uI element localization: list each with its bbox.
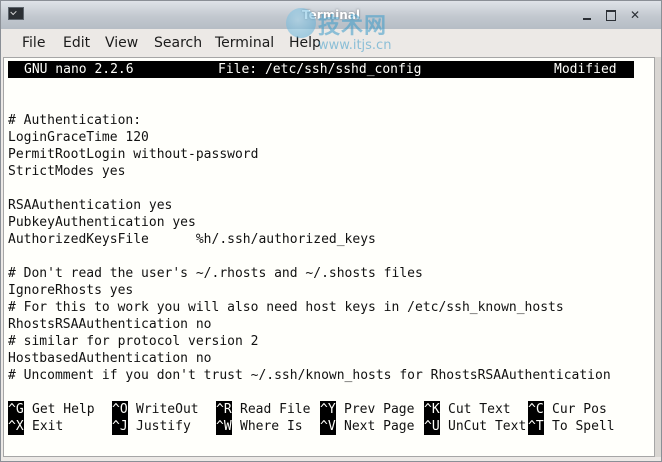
shortcut-key-writeout: ^O bbox=[112, 401, 128, 418]
shortcut-key-justify: ^J bbox=[112, 418, 128, 435]
editor-line: HostbasedAuthentication no bbox=[8, 351, 212, 366]
scrollbar[interactable] bbox=[655, 57, 661, 457]
shortcut-cur-pos[interactable]: Cur Pos bbox=[552, 401, 607, 418]
menu-view[interactable]: View bbox=[105, 35, 138, 51]
editor-line: # Authentication: bbox=[8, 113, 142, 128]
shortcut-key-get-help: ^G bbox=[8, 401, 24, 418]
nano-header: GNU nano 2.2.6 File: /etc/ssh/sshd_confi… bbox=[8, 61, 634, 78]
shortcut-cut-text[interactable]: Cut Text bbox=[448, 401, 511, 418]
shortcut-where-is[interactable]: Where Is bbox=[240, 418, 303, 435]
shortcut-key-exit: ^X bbox=[8, 418, 24, 435]
terminal-window: Terminal ✕ File Edit View Search Termina… bbox=[0, 0, 662, 462]
editor-line: # For this to work you will also need ho… bbox=[8, 300, 564, 315]
editor-line: StrictModes yes bbox=[8, 164, 126, 179]
shortcut-key-prev-page: ^Y bbox=[320, 401, 336, 418]
editor-line: AuthorizedKeysFile %h/.ssh/authorized_ke… bbox=[8, 232, 376, 247]
editor-line: RSAAuthentication yes bbox=[8, 198, 173, 213]
shortcut-key-to-spell: ^T bbox=[528, 418, 544, 435]
shortcut-to-spell[interactable]: To Spell bbox=[552, 418, 615, 435]
menu-bar: File Edit View Search Terminal Help bbox=[1, 29, 661, 57]
shortcut-uncut-text[interactable]: UnCut Text bbox=[448, 418, 526, 435]
shortcut-key-cur-pos: ^C bbox=[528, 401, 544, 418]
shortcut-writeout[interactable]: WriteOut bbox=[136, 401, 199, 418]
nano-filename: File: /etc/ssh/sshd_config bbox=[218, 62, 422, 77]
close-icon[interactable]: ✕ bbox=[629, 9, 641, 21]
menu-edit[interactable]: Edit bbox=[63, 35, 90, 51]
shortcut-key-where-is: ^W bbox=[216, 418, 232, 435]
shortcut-get-help[interactable]: Get Help bbox=[32, 401, 95, 418]
shortcut-prev-page[interactable]: Prev Page bbox=[344, 401, 414, 418]
shortcut-key-cut-text: ^K bbox=[424, 401, 440, 418]
shortcut-key-uncut-text: ^U bbox=[424, 418, 440, 435]
editor-line: PubkeyAuthentication yes bbox=[8, 215, 196, 230]
title-bar[interactable]: Terminal ✕ bbox=[1, 1, 661, 30]
editor-line: LoginGraceTime 120 bbox=[8, 130, 149, 145]
menu-help[interactable]: Help bbox=[289, 35, 321, 51]
nano-status: Modified bbox=[554, 62, 617, 77]
menu-terminal[interactable]: Terminal bbox=[215, 35, 274, 51]
shortcut-next-page[interactable]: Next Page bbox=[344, 418, 414, 435]
shortcut-read-file[interactable]: Read File bbox=[240, 401, 310, 418]
maximize-icon[interactable] bbox=[605, 9, 617, 21]
shortcut-exit[interactable]: Exit bbox=[32, 418, 63, 435]
window-title: Terminal bbox=[301, 8, 361, 22]
shortcut-justify[interactable]: Justify bbox=[136, 418, 191, 435]
editor-line: # similar for protocol version 2 bbox=[8, 334, 259, 349]
editor-line: RhostsRSAAuthentication no bbox=[8, 317, 212, 332]
terminal-area[interactable]: GNU nano 2.2.6 File: /etc/ssh/sshd_confi… bbox=[3, 57, 655, 457]
editor-line: PermitRootLogin without-password bbox=[8, 147, 259, 162]
editor-line: # Uncomment if you don't trust ~/.ssh/kn… bbox=[8, 368, 611, 383]
nano-version: GNU nano 2.2.6 bbox=[24, 62, 134, 77]
editor-line: # Don't read the user's ~/.rhosts and ~/… bbox=[8, 266, 423, 281]
shortcut-key-next-page: ^V bbox=[320, 418, 336, 435]
shortcut-key-read-file: ^R bbox=[216, 401, 232, 418]
menu-search[interactable]: Search bbox=[154, 35, 202, 51]
minimize-icon[interactable] bbox=[581, 9, 593, 21]
editor-line: IgnoreRhosts yes bbox=[8, 283, 134, 298]
menu-file[interactable]: File bbox=[22, 35, 45, 51]
